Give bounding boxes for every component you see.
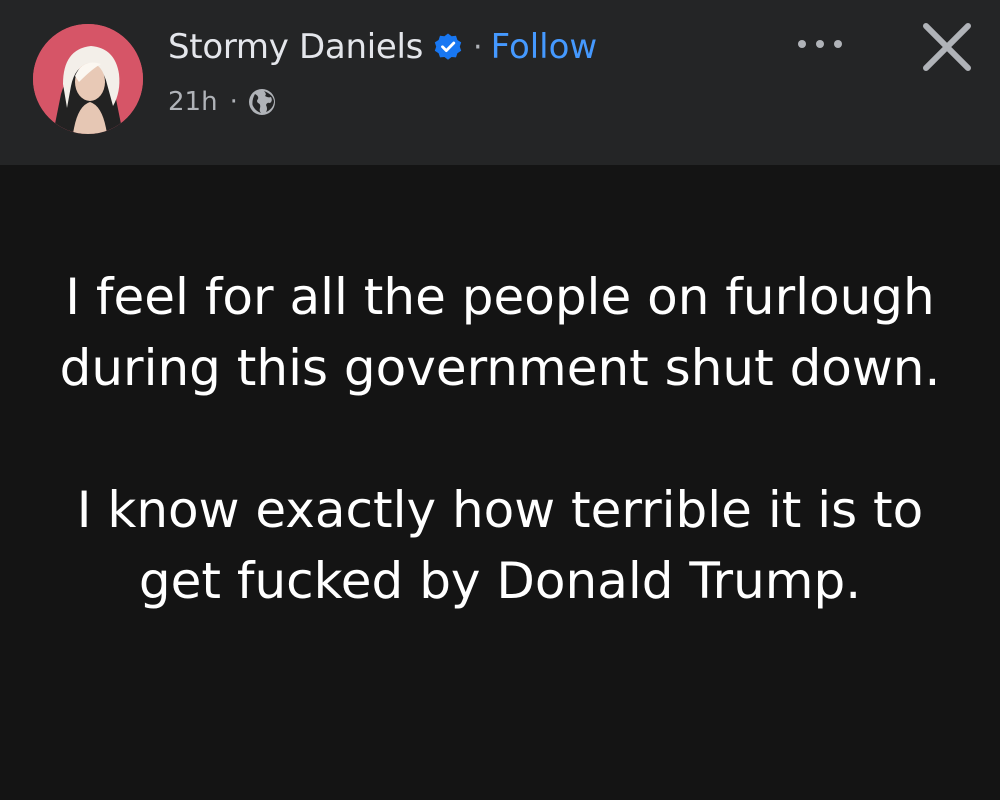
post-text-paragraph: I know exactly how terrible it is to get… (76, 481, 924, 610)
follow-button[interactable]: Follow (491, 27, 598, 67)
verified-badge-icon (433, 32, 463, 62)
meta-separator-dot: · (229, 87, 238, 117)
globe-icon[interactable] (247, 87, 277, 117)
separator-dot: · (473, 29, 483, 65)
author-name[interactable]: Stormy Daniels (168, 27, 423, 67)
post-header: Stormy Daniels · Follow 21h · (0, 0, 1000, 165)
author-row: Stormy Daniels · Follow (168, 22, 597, 72)
close-icon[interactable] (912, 12, 982, 82)
avatar-image (33, 24, 143, 134)
post-timestamp[interactable]: 21h (168, 87, 218, 117)
post-text-paragraph: I feel for all the people on furlough du… (59, 268, 941, 397)
more-options-icon[interactable] (788, 26, 852, 62)
post-meta: 21h · (168, 82, 277, 122)
author-avatar[interactable] (33, 24, 143, 134)
post-text: I feel for all the people on furlough du… (40, 262, 960, 617)
post-viewer: Stormy Daniels · Follow 21h · I feel for… (0, 0, 1000, 800)
